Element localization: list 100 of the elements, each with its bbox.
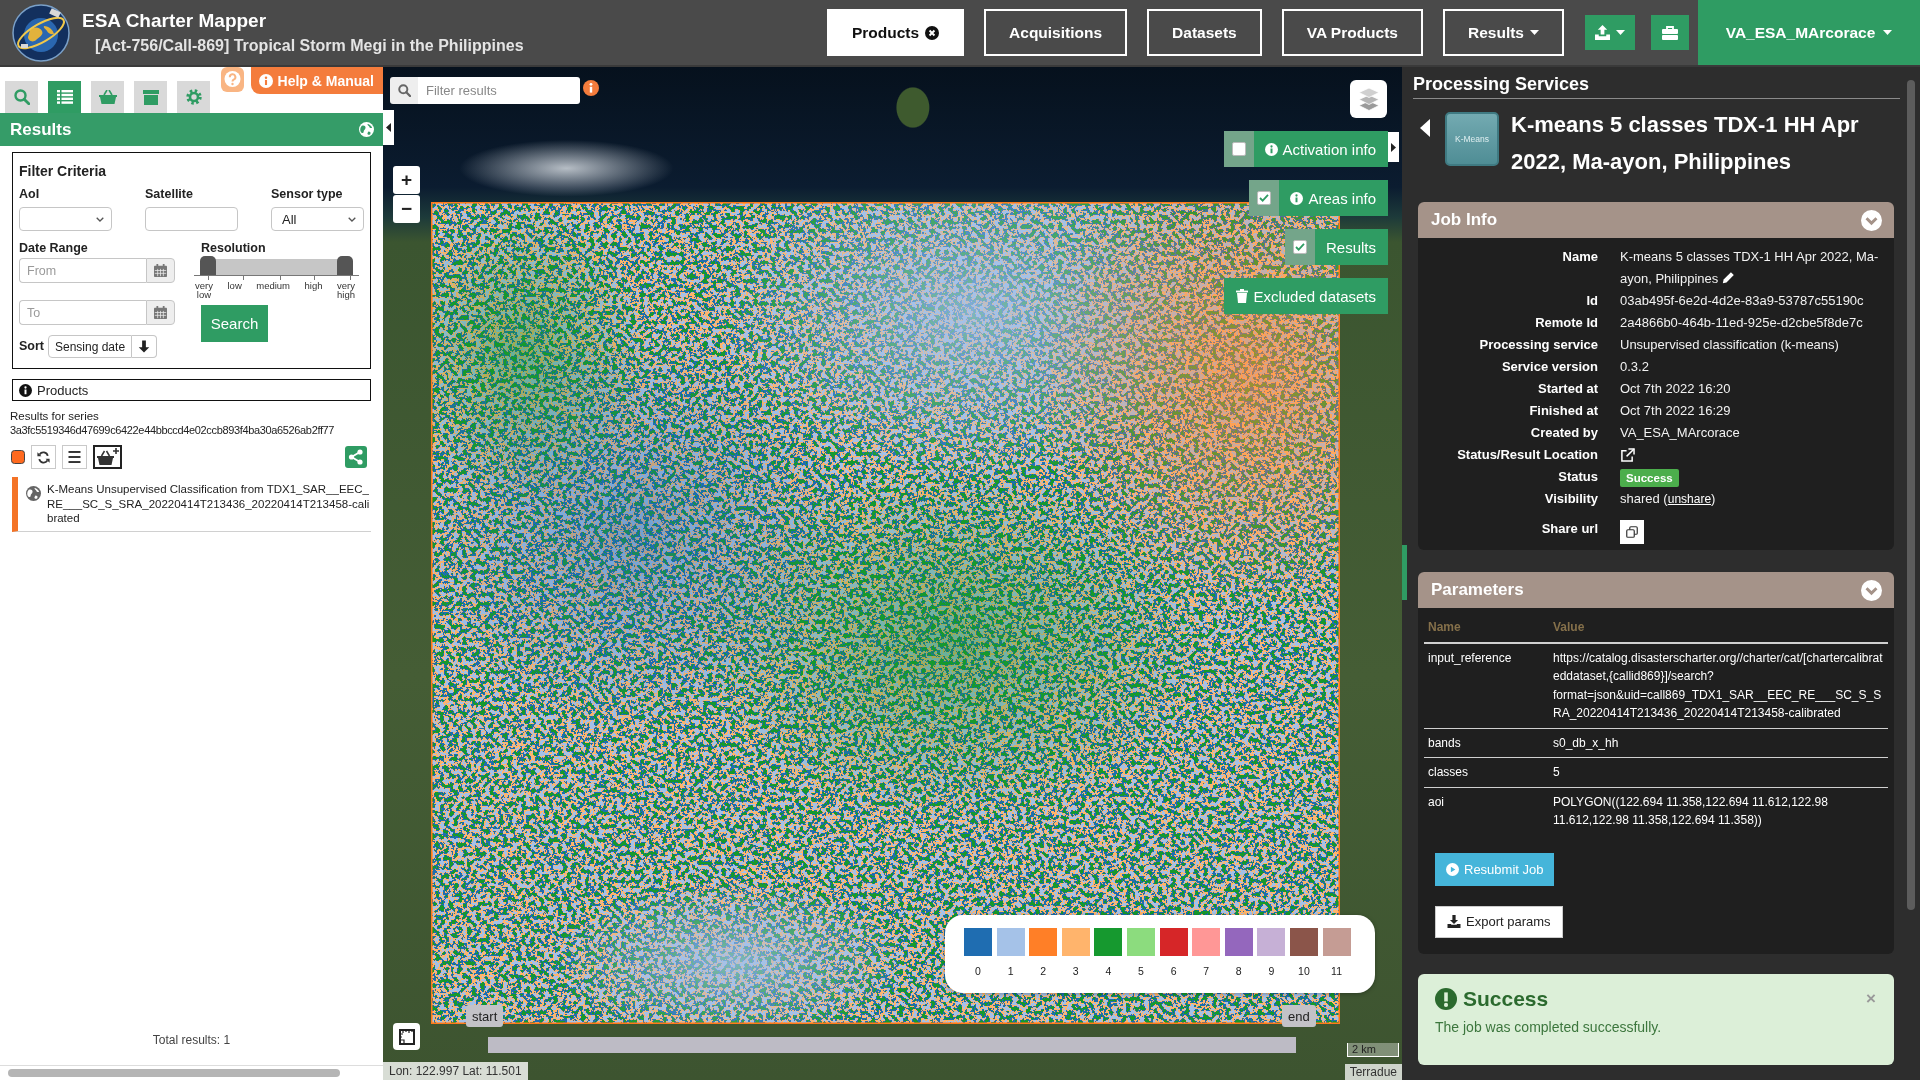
nav-tab[interactable]: Products (826, 9, 965, 56)
slider-tick-label: low (227, 282, 242, 293)
arrow-down-icon (138, 340, 151, 353)
filter-title: Filter Criteria (19, 163, 108, 180)
field-value: 2a4866b0-464b-11ed-925e-d2cbe5f8de7c (1620, 314, 1864, 332)
cursor-coordinates: Lon: 122.997 Lat: 11.501 (383, 1062, 528, 1080)
date-from-input[interactable]: From (19, 258, 146, 283)
refresh-button[interactable] (31, 445, 56, 469)
check-icon (1294, 243, 1305, 251)
field-label: Started at (1537, 380, 1598, 398)
sort-direction-button[interactable] (132, 335, 158, 358)
field-label: Visibility (1543, 490, 1598, 508)
layers-button[interactable] (1350, 80, 1387, 118)
settings-icon (185, 89, 202, 105)
column-header: Value (1549, 610, 1888, 643)
total-results: Total results: 1 (151, 1033, 232, 1049)
zoom-in-button[interactable]: + (393, 166, 420, 194)
color-swatch-icon[interactable] (11, 450, 25, 464)
caret-right-icon (1391, 142, 1396, 152)
result-item[interactable]: K-Means Unsupervised Classification from TDX1_SAR__EEC_RE___SC_S_SRA_20220414T213436_20220414T213458-calibrated (12, 477, 371, 532)
slider-handle[interactable] (200, 256, 216, 275)
field-value: Oct 7th 2022 16:29 (1620, 402, 1732, 420)
search-button[interactable] (390, 77, 418, 104)
zoom-out-button[interactable]: − (393, 195, 420, 223)
logo-icon (12, 3, 70, 62)
field-label: Processing service (1478, 336, 1598, 354)
search-icon (13, 89, 30, 105)
time-slider-track[interactable] (488, 1037, 1296, 1053)
upload-button[interactable] (1585, 15, 1635, 50)
checkbox[interactable] (1292, 240, 1307, 254)
slider-tick-label: high (304, 282, 323, 293)
legend-label: 10 (1298, 965, 1310, 977)
checkbox[interactable] (1231, 142, 1246, 156)
resize-handle[interactable] (1402, 545, 1407, 600)
legend-label: 9 (1268, 965, 1275, 977)
filter-results-input[interactable]: Filter results (418, 77, 580, 104)
check-icon (1259, 194, 1270, 202)
field-label: Date Range (19, 241, 89, 256)
help-icon[interactable] (220, 67, 244, 92)
slider-handle[interactable] (337, 256, 353, 275)
briefcase-button[interactable] (1651, 15, 1689, 50)
time-end-handle[interactable]: end (1282, 1005, 1316, 1027)
slider-tick-label: very low (195, 282, 213, 300)
satellite-input[interactable] (145, 207, 238, 231)
archive-tab[interactable] (134, 81, 167, 113)
export-button[interactable]: Export params (1435, 905, 1563, 938)
results-tab[interactable] (48, 81, 81, 113)
job-title: K-means 5 classes TDX-1 HH Apr 2022, Ma-ayon, Philippines (1511, 111, 1860, 176)
search-tab[interactable] (5, 81, 38, 113)
chevron-down-icon[interactable] (1861, 209, 1882, 231)
chevron-icon (348, 216, 356, 222)
checkbox[interactable] (1257, 191, 1272, 205)
collapse-right-button[interactable] (1388, 132, 1399, 162)
add-to-basket-button[interactable] (93, 445, 122, 469)
vertical-scrollbar[interactable] (1907, 80, 1915, 910)
pencil-icon[interactable] (1722, 271, 1736, 284)
collapse-left-button[interactable] (383, 110, 394, 145)
briefcase-icon (1662, 25, 1678, 40)
frame-button[interactable] (393, 1023, 420, 1050)
basket-tab[interactable] (91, 81, 124, 113)
info-icon (583, 80, 599, 96)
table-cell: bands (1424, 728, 1549, 758)
share-icon[interactable] (345, 446, 367, 468)
panel-title: Parameters (1431, 580, 1524, 600)
chevron-down-icon[interactable] (1861, 579, 1882, 601)
field-label: Share url (1540, 520, 1598, 538)
caret-icon (1616, 30, 1625, 35)
external-link-icon[interactable] (1620, 448, 1635, 462)
settings-tab[interactable] (177, 81, 210, 113)
nav-tab[interactable]: Datasets (1147, 9, 1262, 56)
list-icon (68, 451, 81, 463)
table-cell: POLYGON((122.694 11.358,122.694 11.612,122.98 11.612,122.98 11.358,122.694 11.358)) (1549, 787, 1888, 835)
alert-title: Success (1463, 986, 1549, 1011)
info-icon (1264, 142, 1278, 156)
search-icon (397, 84, 411, 97)
field-value: 0.3.2 (1620, 358, 1650, 376)
copy-url-button[interactable] (1620, 520, 1644, 544)
horizontal-scrollbar[interactable] (8, 1069, 340, 1077)
calendar-button[interactable] (146, 258, 175, 283)
nav-tab[interactable]: Results (1443, 9, 1564, 56)
upload-icon (1595, 25, 1610, 40)
sensor-type-select[interactable]: All (271, 207, 364, 231)
list-view-button[interactable] (62, 445, 87, 469)
field-label: Status (1557, 468, 1598, 486)
unshare-link[interactable]: unshare (1667, 492, 1712, 506)
time-start-handle[interactable]: start (466, 1005, 504, 1027)
field-label: Id (1585, 292, 1598, 310)
basket-icon (98, 90, 117, 104)
nav-tab[interactable]: Acquisitions (984, 9, 1128, 56)
calendar-button[interactable] (146, 300, 175, 325)
series-id: 3a3fc5519346d47699c6422e44bbccd4e02ccb893f4ba30a6526ab2ff77 (10, 423, 336, 437)
sort-select[interactable]: Sensing date (48, 335, 133, 358)
table-cell: https://catalog.disasterscharter.org//charter/cat/[chartercalibrateddataset,{callid869}]/search?format=json&uid=call869_TDX1_SAR__EEC_RE___SC_S_SRA_20220414T213436_20220414T213458-calibrated (1549, 642, 1888, 728)
close-icon (925, 25, 940, 40)
legend-label: 6 (1170, 965, 1177, 977)
resolution-slider-track[interactable] (194, 256, 359, 282)
date-to-input[interactable]: To (19, 300, 146, 325)
info-icon (19, 383, 32, 397)
nav-tab[interactable]: VA Products (1281, 9, 1423, 56)
field-label: Satellite (145, 187, 194, 202)
